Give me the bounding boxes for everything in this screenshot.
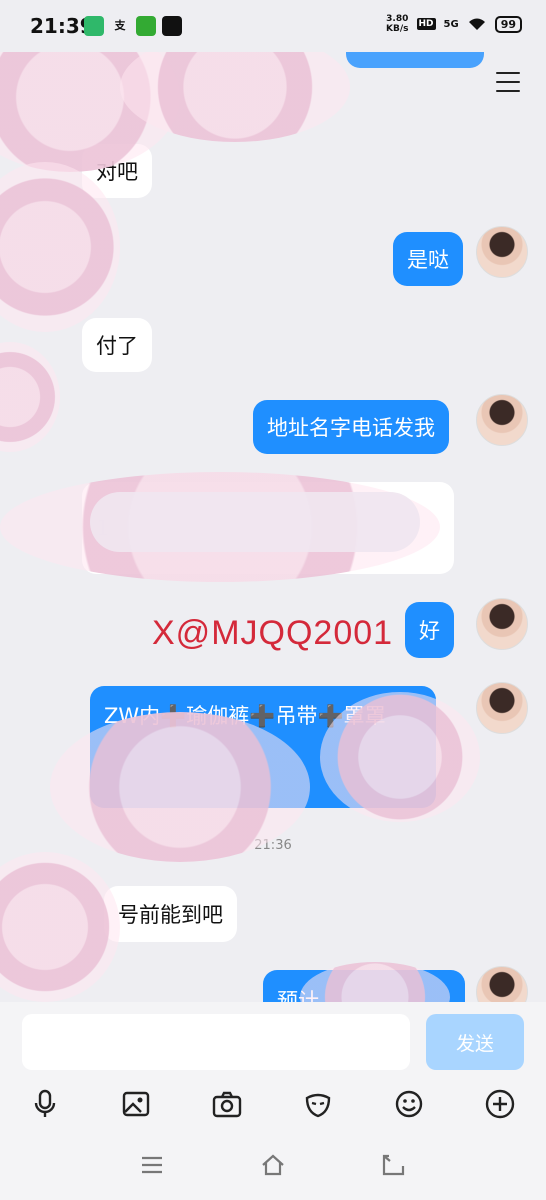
message-composer: 发送 bbox=[0, 1002, 546, 1082]
send-button[interactable]: 发送 bbox=[426, 1014, 524, 1070]
game-icon[interactable] bbox=[298, 1084, 338, 1124]
alipay-icon: 支 bbox=[114, 19, 126, 32]
battery-icon: 99 bbox=[494, 15, 522, 33]
plus-icon[interactable] bbox=[480, 1084, 520, 1124]
status-app-icons: 支 bbox=[84, 16, 182, 36]
message-bubble-out[interactable]: 地址名字电话发我 bbox=[253, 400, 449, 454]
image-icon[interactable] bbox=[116, 1084, 156, 1124]
sticker-overlay bbox=[300, 962, 450, 1002]
status-indicators: 3.80 KB/s HD 5G 99 bbox=[386, 14, 522, 34]
message-text: 号前能到吧 bbox=[118, 903, 223, 927]
sticker-overlay bbox=[0, 342, 60, 452]
status-bar: 21:39 支 3.80 KB/s HD 5G 99 bbox=[0, 0, 546, 52]
message-text: 是哒 bbox=[407, 248, 449, 272]
message-text: 好 bbox=[419, 619, 440, 643]
message-bubble-in[interactable]: 号前能到吧 bbox=[104, 886, 237, 942]
camera-icon[interactable] bbox=[207, 1084, 247, 1124]
message-bubble-out[interactable] bbox=[346, 52, 484, 68]
wifi-icon bbox=[468, 18, 485, 30]
watermark-handle: X@MJQQ2001 bbox=[152, 614, 394, 652]
avatar[interactable] bbox=[476, 394, 528, 446]
network-signal-icon: 5G bbox=[443, 18, 459, 30]
net-speed-value: 3.80 bbox=[386, 14, 409, 24]
app-notification-icon bbox=[136, 16, 156, 36]
blur-overlay bbox=[90, 492, 420, 552]
sticker-overlay bbox=[0, 852, 120, 1002]
message-bubble-in[interactable]: 付了 bbox=[82, 318, 152, 372]
app-notification-icon bbox=[84, 16, 104, 36]
message-bubble-out[interactable]: 好 bbox=[405, 602, 454, 658]
net-speed-unit: KB/s bbox=[386, 24, 409, 34]
microphone-icon[interactable] bbox=[25, 1084, 65, 1124]
emoji-icon[interactable] bbox=[389, 1084, 429, 1124]
message-bubble-out[interactable]: 是哒 bbox=[393, 232, 463, 286]
avatar[interactable] bbox=[476, 226, 528, 278]
sticker-overlay bbox=[320, 692, 480, 822]
chat-toolbar bbox=[0, 1082, 546, 1126]
net-speed: 3.80 KB/s bbox=[386, 14, 408, 34]
menu-icon[interactable] bbox=[132, 1148, 172, 1182]
avatar[interactable] bbox=[476, 598, 528, 650]
message-text: 地址名字电话发我 bbox=[267, 416, 435, 440]
avatar[interactable] bbox=[476, 682, 528, 734]
app-notification-icon bbox=[162, 16, 182, 36]
home-icon[interactable] bbox=[253, 1148, 293, 1182]
sticker-overlay bbox=[50, 712, 310, 862]
message-timestamp: 21:36 bbox=[254, 838, 292, 853]
hd-badge: HD bbox=[416, 18, 436, 30]
chat-messages[interactable]: 对吧 是哒 付了 地址名字电话发我 1 X@MJQQ2001 好 ZW内➕瑜伽裤… bbox=[0, 52, 546, 1002]
avatar[interactable] bbox=[476, 966, 528, 1002]
message-text: 付了 bbox=[96, 334, 138, 358]
message-input[interactable] bbox=[22, 1014, 410, 1070]
system-nav-bar bbox=[0, 1126, 546, 1200]
back-icon[interactable] bbox=[374, 1148, 414, 1182]
